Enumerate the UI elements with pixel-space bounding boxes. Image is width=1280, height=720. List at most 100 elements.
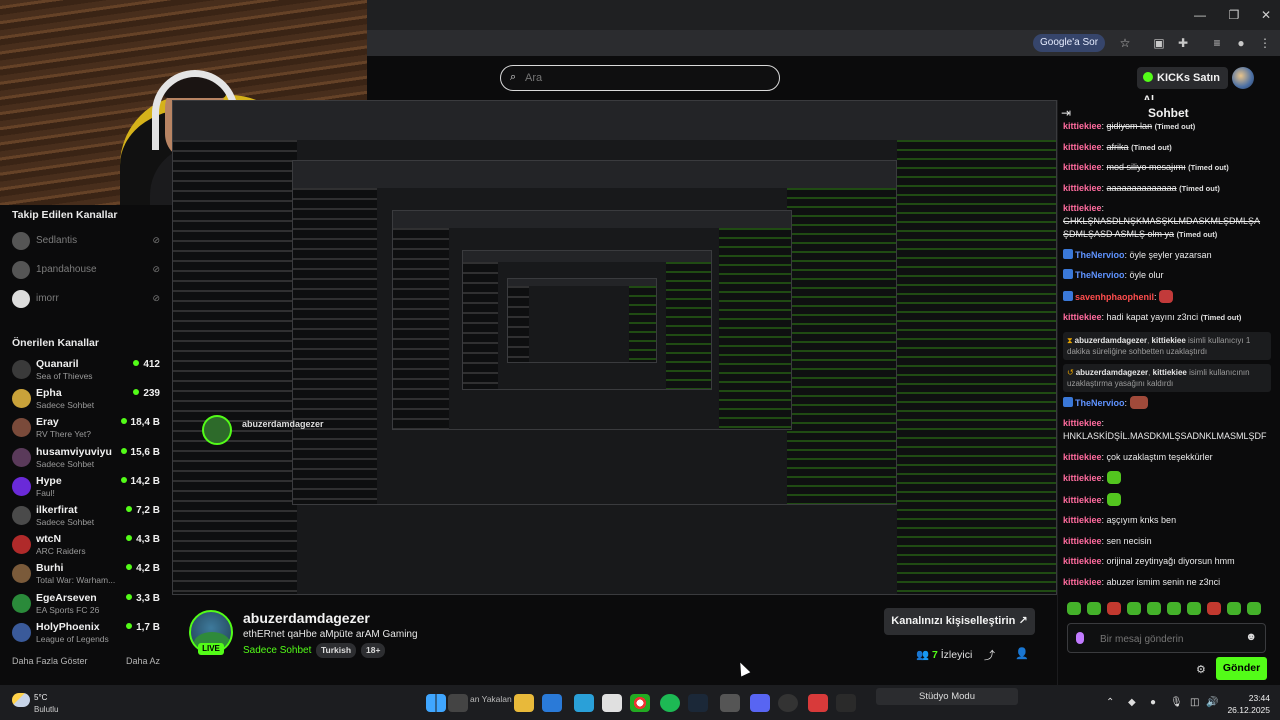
discord-icon[interactable] bbox=[750, 694, 770, 712]
emoji-picker-icon[interactable]: ☻ bbox=[1245, 631, 1257, 643]
show-more-link[interactable]: Daha Fazla Göster bbox=[12, 656, 88, 666]
weather-icon[interactable] bbox=[12, 693, 30, 707]
profile-icon[interactable]: ● bbox=[1232, 34, 1250, 52]
clock-time[interactable]: 23:44 bbox=[1222, 693, 1270, 703]
tag-18plus[interactable]: 18+ bbox=[361, 643, 386, 658]
chat-username[interactable]: kittiekiee bbox=[1063, 312, 1102, 322]
microphone-icon[interactable] bbox=[1076, 632, 1084, 644]
recommended-channel-item[interactable]: Quanaril Sea of Thieves 412 bbox=[12, 356, 160, 384]
obs-icon[interactable] bbox=[778, 694, 798, 712]
buy-kicks-button[interactable]: KICKs Satın Al bbox=[1137, 67, 1228, 106]
viewer-count: 1,7 B bbox=[126, 622, 160, 633]
chrome-icon[interactable] bbox=[630, 694, 650, 712]
search-bar[interactable]: ⌕ bbox=[500, 65, 780, 91]
quick-emote-icon[interactable] bbox=[1247, 602, 1261, 615]
quick-emote-icon[interactable] bbox=[1107, 602, 1121, 615]
chat-collapse-icon[interactable]: ⇥ bbox=[1061, 106, 1071, 120]
followed-channel-item[interactable]: Sedlantis ⊘ bbox=[12, 230, 162, 252]
chat-username[interactable]: TheNervioo bbox=[1075, 250, 1125, 260]
chat-message-input[interactable] bbox=[1100, 632, 1240, 646]
stream-category-link[interactable]: Sadece Sohbet bbox=[243, 645, 311, 656]
quick-emote-icon[interactable] bbox=[1067, 602, 1081, 615]
volume-icon[interactable]: 🔊 bbox=[1206, 697, 1218, 708]
google-sor-button[interactable]: Google'a Sor bbox=[1033, 34, 1106, 52]
follow-user-icon[interactable]: 👤 bbox=[1015, 647, 1029, 660]
recommended-channel-item[interactable]: husamviyuviyu Sadece Sohbet 15,6 B bbox=[12, 444, 160, 472]
quick-emote-icon[interactable] bbox=[1127, 602, 1141, 615]
chat-username[interactable]: kittiekiee bbox=[1063, 121, 1102, 131]
recommended-channel-item[interactable]: Hype Faul! 14,2 B bbox=[12, 473, 160, 501]
app-icon[interactable] bbox=[602, 694, 622, 712]
quick-emote-icon[interactable] bbox=[1167, 602, 1181, 615]
chat-input-box[interactable]: ☻ bbox=[1067, 623, 1266, 653]
user-avatar[interactable] bbox=[1232, 67, 1254, 89]
media-icon[interactable]: ≡ bbox=[1208, 34, 1226, 52]
quick-emote-icon[interactable] bbox=[1187, 602, 1201, 615]
clock-date[interactable]: 26.12.2025 bbox=[1222, 705, 1270, 715]
chat-username[interactable]: kittiekiee bbox=[1063, 418, 1102, 428]
chat-username[interactable]: TheNervioo bbox=[1075, 270, 1125, 280]
steam-icon[interactable] bbox=[688, 694, 708, 712]
chat-username[interactable]: savenhphaophenil bbox=[1075, 292, 1154, 302]
chat-username[interactable]: kittiekiee bbox=[1063, 203, 1102, 213]
share-icon[interactable]: ⤴ bbox=[984, 647, 995, 663]
followed-channel-item[interactable]: imorr ⊘ bbox=[12, 288, 162, 310]
channel-name[interactable]: abuzerdamdagezer bbox=[243, 610, 370, 626]
start-icon[interactable] bbox=[426, 694, 446, 712]
tray-app-icon[interactable]: ● bbox=[1150, 697, 1156, 708]
tray-app-icon[interactable]: ◆ bbox=[1128, 697, 1136, 708]
chat-username[interactable]: kittiekiee bbox=[1063, 577, 1102, 587]
chat-username[interactable]: kittiekiee bbox=[1063, 162, 1102, 172]
minimize-icon[interactable]: — bbox=[1190, 6, 1210, 24]
network-icon[interactable]: ◫ bbox=[1190, 697, 1199, 708]
extensions-icon[interactable]: ✚ bbox=[1174, 34, 1192, 52]
chat-username[interactable]: kittiekiee bbox=[1063, 536, 1102, 546]
tray-chevron-icon[interactable]: ⌃ bbox=[1106, 697, 1114, 708]
send-button[interactable]: Gönder bbox=[1216, 657, 1267, 680]
followed-channels-title: Takip Edilen Kanallar bbox=[12, 209, 118, 221]
chat-settings-icon[interactable]: ⚙ bbox=[1196, 663, 1206, 676]
task-view-icon[interactable] bbox=[448, 694, 468, 712]
recommended-channel-item[interactable]: Eray RV There Yet? 18,4 B bbox=[12, 414, 160, 442]
followed-channel-item[interactable]: 1pandahouse ⊘ bbox=[12, 259, 162, 281]
studio-mode-button[interactable]: Stüdyo Modu bbox=[876, 688, 1018, 705]
chat-username[interactable]: kittiekiee bbox=[1063, 183, 1102, 193]
app-icon[interactable] bbox=[836, 694, 856, 712]
file-explorer-icon[interactable] bbox=[514, 694, 534, 712]
search-input[interactable] bbox=[525, 70, 765, 86]
app-icon[interactable] bbox=[808, 694, 828, 712]
recommended-channel-item[interactable]: EgeArseven EA Sports FC 26 3,3 B bbox=[12, 590, 160, 618]
chat-username[interactable]: kittiekiee bbox=[1063, 515, 1102, 525]
app-icon[interactable] bbox=[542, 694, 562, 712]
viewer-count: 15,6 B bbox=[121, 447, 160, 458]
chat-username[interactable]: kittiekiee bbox=[1063, 495, 1102, 505]
quick-emote-icon[interactable] bbox=[1147, 602, 1161, 615]
quick-emote-icon[interactable] bbox=[1227, 602, 1241, 615]
app-icon[interactable] bbox=[574, 694, 594, 712]
chat-username[interactable]: kittiekiee bbox=[1063, 473, 1102, 483]
chat-username[interactable]: TheNervioo bbox=[1075, 398, 1125, 408]
app-icon[interactable] bbox=[720, 694, 740, 712]
extension-badge-icon[interactable]: ▣ bbox=[1150, 34, 1168, 52]
chat-username[interactable]: kittiekiee bbox=[1063, 142, 1102, 152]
chat-username[interactable]: kittiekiee bbox=[1063, 556, 1102, 566]
kick-badge-icon bbox=[1063, 396, 1073, 407]
close-icon[interactable]: ✕ bbox=[1256, 6, 1276, 24]
quick-emote-icon[interactable] bbox=[1087, 602, 1101, 615]
microphone-tray-icon[interactable]: 🎙 bbox=[1170, 697, 1183, 708]
recommended-channel-item[interactable]: Burhi Total War: Warham... 4,2 B bbox=[12, 560, 160, 588]
show-less-link[interactable]: Daha Az bbox=[126, 656, 160, 666]
personalize-channel-button[interactable]: Kanalınızı kişiselleştirin ↗ bbox=[884, 608, 1035, 635]
recommended-channel-item[interactable]: ilkerfirat Sadece Sohbet 7,2 B bbox=[12, 502, 160, 530]
bookmark-star-icon[interactable]: ☆ bbox=[1116, 34, 1134, 52]
maximize-icon[interactable]: ❐ bbox=[1224, 6, 1244, 24]
chat-username[interactable]: kittiekiee bbox=[1063, 452, 1102, 462]
quick-emote-icon[interactable] bbox=[1207, 602, 1221, 615]
tag-turkish[interactable]: Turkish bbox=[316, 643, 357, 658]
video-player[interactable] bbox=[172, 100, 1057, 595]
menu-dots-icon[interactable]: ⋮ bbox=[1256, 34, 1274, 52]
recommended-channel-item[interactable]: HolyPhoenix League of Legends 1,7 B bbox=[12, 619, 160, 647]
spotify-icon[interactable] bbox=[660, 694, 680, 712]
recommended-channel-item[interactable]: wtcN ARC Raiders 4,3 B bbox=[12, 531, 160, 559]
recommended-channel-item[interactable]: Epha Sadece Sohbet 239 bbox=[12, 385, 160, 413]
